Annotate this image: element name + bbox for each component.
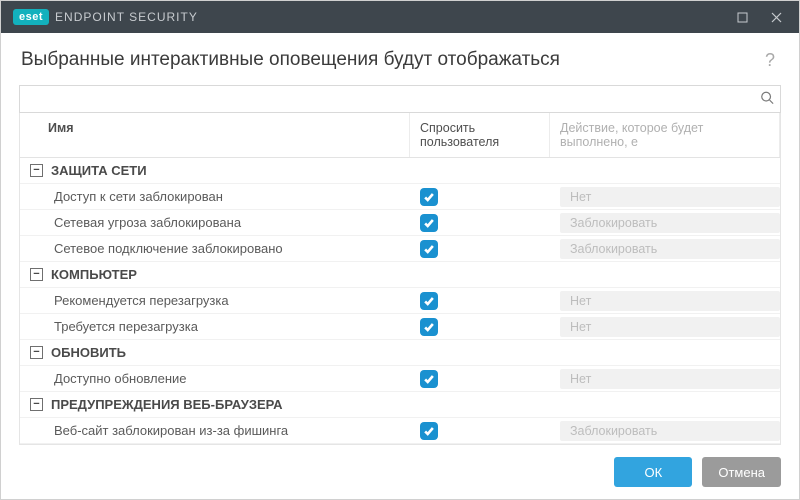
collapse-icon[interactable]: − <box>30 268 43 281</box>
collapse-icon[interactable]: − <box>30 398 43 411</box>
heading-row: Выбранные интерактивные оповещения будут… <box>1 33 799 85</box>
row-label: Сетевое подключение заблокировано <box>20 241 410 256</box>
group-title: −ОБНОВИТЬ <box>20 345 410 360</box>
search-bar <box>19 85 781 113</box>
row-action: Нет <box>550 317 780 337</box>
table-body[interactable]: −ЗАЩИТА СЕТИДоступ к сети заблокированНе… <box>20 158 780 444</box>
window-close-button[interactable] <box>759 1 793 33</box>
col-name[interactable]: Имя <box>20 113 410 157</box>
row-label: Сетевая угроза заблокирована <box>20 215 410 230</box>
table-header: Имя Спросить пользователя Действие, кото… <box>20 113 780 158</box>
table-row[interactable]: Доступ к сети заблокирован Нет <box>20 184 780 210</box>
row-action: Заблокировать <box>550 239 780 259</box>
group-label: ПРЕДУПРЕЖДЕНИЯ ВЕБ-БРАУЗЕРА <box>51 397 283 412</box>
group-title: −ПРЕДУПРЕЖДЕНИЯ ВЕБ-БРАУЗЕРА <box>20 397 410 412</box>
action-value[interactable]: Заблокировать <box>560 239 780 259</box>
row-label: Рекомендуется перезагрузка <box>20 293 410 308</box>
brand-badge: eset <box>13 9 49 25</box>
group-label: ЗАЩИТА СЕТИ <box>51 163 147 178</box>
cancel-button[interactable]: Отмена <box>702 457 781 487</box>
row-ask <box>410 318 550 336</box>
table-row[interactable]: Доступно обновление Нет <box>20 366 780 392</box>
row-ask <box>410 240 550 258</box>
brand: eset ENDPOINT SECURITY <box>13 9 198 25</box>
brand-product: ENDPOINT SECURITY <box>55 10 198 24</box>
action-value[interactable]: Нет <box>560 317 780 337</box>
row-action: Нет <box>550 291 780 311</box>
row-label: Доступно обновление <box>20 371 410 386</box>
row-ask <box>410 292 550 310</box>
search-icon[interactable] <box>760 91 774 108</box>
table-row[interactable]: Веб-сайт заблокирован из-за фишинга Забло… <box>20 418 780 444</box>
group-row[interactable]: −ПРЕДУПРЕЖДЕНИЯ ВЕБ-БРАУЗЕРА <box>20 392 780 418</box>
ask-checkbox[interactable] <box>420 318 438 336</box>
table-row[interactable]: Рекомендуется перезагрузка Нет <box>20 288 780 314</box>
ask-checkbox[interactable] <box>420 240 438 258</box>
titlebar: eset ENDPOINT SECURITY <box>1 1 799 33</box>
row-ask <box>410 214 550 232</box>
action-value[interactable]: Заблокировать <box>560 213 780 233</box>
ask-checkbox[interactable] <box>420 370 438 388</box>
action-value[interactable]: Нет <box>560 291 780 311</box>
row-action: Заблокировать <box>550 213 780 233</box>
group-row[interactable]: −КОМПЬЮТЕР <box>20 262 780 288</box>
maximize-icon <box>737 12 748 23</box>
footer: ОК Отмена <box>1 445 799 499</box>
group-title: −КОМПЬЮТЕР <box>20 267 410 282</box>
search-input[interactable] <box>20 86 750 112</box>
action-value[interactable]: Нет <box>560 187 780 207</box>
collapse-icon[interactable]: − <box>30 164 43 177</box>
help-button[interactable]: ? <box>761 50 779 71</box>
action-value[interactable]: Нет <box>560 369 780 389</box>
close-icon <box>771 12 782 23</box>
col-action[interactable]: Действие, которое будет выполнено, е <box>550 113 780 157</box>
row-action: Заблокировать <box>550 421 780 441</box>
content: Имя Спросить пользователя Действие, кото… <box>1 85 799 445</box>
page-title: Выбранные интерактивные оповещения будут… <box>21 49 761 71</box>
group-row[interactable]: −ОБНОВИТЬ <box>20 340 780 366</box>
row-action: Нет <box>550 369 780 389</box>
action-value[interactable]: Заблокировать <box>560 421 780 441</box>
ok-button[interactable]: ОК <box>614 457 692 487</box>
ask-checkbox[interactable] <box>420 292 438 310</box>
notifications-table: Имя Спросить пользователя Действие, кото… <box>19 113 781 445</box>
table-row[interactable]: Сетевая угроза заблокирована Заблокироват… <box>20 210 780 236</box>
table-row[interactable]: Требуется перезагрузка Нет <box>20 314 780 340</box>
ask-checkbox[interactable] <box>420 214 438 232</box>
row-ask <box>410 370 550 388</box>
row-label: Доступ к сети заблокирован <box>20 189 410 204</box>
group-title: −ЗАЩИТА СЕТИ <box>20 163 410 178</box>
ask-checkbox[interactable] <box>420 188 438 206</box>
row-label: Требуется перезагрузка <box>20 319 410 334</box>
col-ask[interactable]: Спросить пользователя <box>410 113 550 157</box>
row-action: Нет <box>550 187 780 207</box>
row-ask <box>410 188 550 206</box>
window: eset ENDPOINT SECURITY Выбранные интерак… <box>0 0 800 500</box>
row-ask <box>410 422 550 440</box>
group-label: КОМПЬЮТЕР <box>51 267 137 282</box>
ask-checkbox[interactable] <box>420 422 438 440</box>
table-row[interactable]: Сетевое подключение заблокировано Заблоки… <box>20 236 780 262</box>
group-row[interactable]: −ЗАЩИТА СЕТИ <box>20 158 780 184</box>
row-label: Веб-сайт заблокирован из-за фишинга <box>20 423 410 438</box>
group-label: ОБНОВИТЬ <box>51 345 126 360</box>
collapse-icon[interactable]: − <box>30 346 43 359</box>
window-maximize-button[interactable] <box>725 1 759 33</box>
